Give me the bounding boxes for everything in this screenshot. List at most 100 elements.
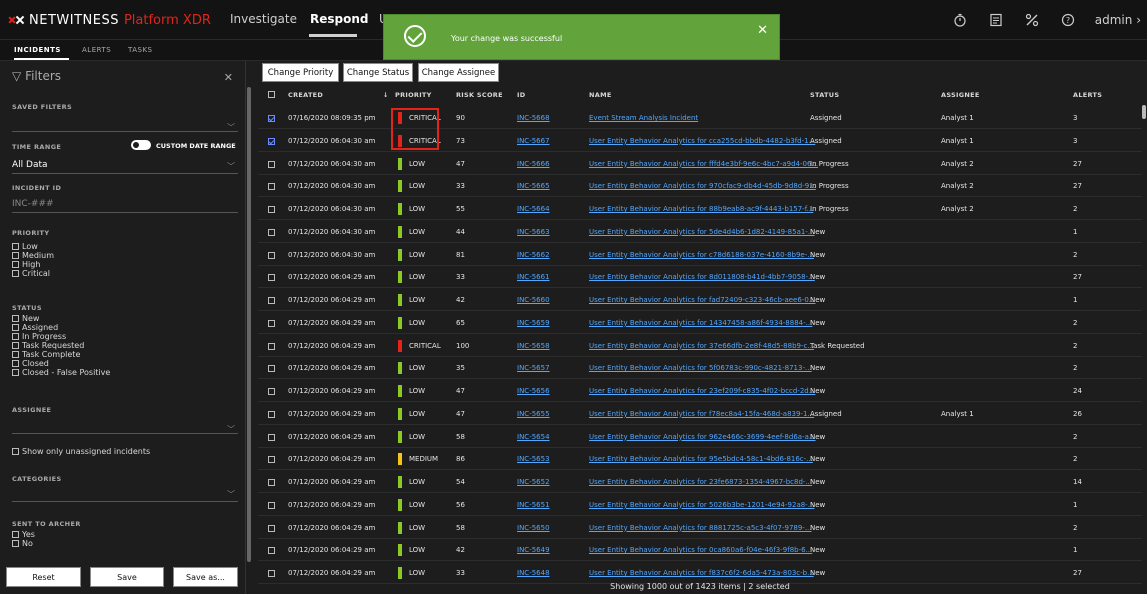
incident-id-link[interactable]: INC-5659 [517, 319, 550, 327]
row-checkbox[interactable] [268, 433, 275, 441]
table-row[interactable]: 07/12/2020 06:04:30 am LOW 55 INC-5664 User … [258, 198, 1142, 220]
incident-id-link[interactable]: INC-5652 [517, 478, 550, 486]
row-checkbox[interactable] [268, 274, 275, 282]
table-row[interactable]: 07/12/2020 06:04:29 am MEDIUM 86 INC-5653 Us… [258, 448, 1142, 471]
incident-id-link[interactable]: INC-5653 [517, 455, 550, 463]
incident-name-link[interactable]: User Entity Behavior Analytics for fffd4… [589, 160, 818, 168]
incident-id-link[interactable]: INC-5655 [517, 410, 550, 418]
column-id[interactable]: ID [517, 91, 525, 99]
row-checkbox[interactable] [268, 228, 275, 236]
help-icon[interactable]: ? [1059, 11, 1077, 29]
select-all-checkbox[interactable] [268, 91, 275, 98]
close-filters-icon[interactable]: ✕ [224, 71, 233, 84]
incident-id-link[interactable]: INC-5649 [517, 546, 550, 554]
incident-name-link[interactable]: User Entity Behavior Analytics for 962e4… [589, 433, 816, 441]
reset-button[interactable]: Reset [6, 567, 81, 587]
incident-id-link[interactable]: INC-5668 [517, 114, 550, 122]
column-alerts[interactable]: ALERTS [1073, 91, 1102, 99]
row-checkbox[interactable] [268, 319, 275, 327]
priority-checkbox-low[interactable]: Low [12, 243, 38, 251]
incident-name-link[interactable]: User Entity Behavior Analytics for 0ca86… [589, 546, 812, 554]
change-status-button[interactable]: Change Status [343, 63, 413, 82]
row-checkbox[interactable] [268, 160, 275, 168]
incident-id-link[interactable]: INC-5662 [517, 251, 550, 259]
table-row[interactable]: 07/12/2020 06:04:30 am LOW 47 INC-5666 User … [258, 153, 1142, 175]
status-checkbox-new[interactable]: New [12, 315, 39, 323]
archer-checkbox-yes[interactable]: Yes [12, 531, 35, 539]
column-status[interactable]: STATUS [810, 91, 839, 99]
incident-name-link[interactable]: User Entity Behavior Analytics for 8d011… [589, 273, 815, 281]
status-checkbox-closed[interactable]: Closed [12, 360, 49, 368]
chevron-down-icon[interactable]: ﹀ [227, 489, 235, 500]
assignee-select[interactable] [12, 433, 238, 434]
incident-name-link[interactable]: User Entity Behavior Analytics for 88b9e… [589, 205, 813, 213]
incident-id-link[interactable]: INC-5661 [517, 273, 550, 281]
table-row[interactable]: 07/12/2020 06:04:29 am LOW 47 INC-5655 User … [258, 403, 1142, 425]
column-assignee[interactable]: ASSIGNEE [941, 91, 980, 99]
row-checkbox[interactable] [268, 388, 275, 395]
column-created[interactable]: CREATED [288, 91, 323, 99]
table-row[interactable]: 07/12/2020 06:04:29 am LOW 65 INC-5659 User … [258, 312, 1142, 334]
status-checkbox-closed-false-positive[interactable]: Closed - False Positive [12, 369, 110, 377]
report-icon[interactable] [987, 11, 1005, 29]
priority-checkbox-critical[interactable]: Critical [12, 270, 50, 278]
table-row[interactable]: 07/12/2020 06:04:30 am LOW 44 INC-5663 User … [258, 221, 1142, 243]
row-checkbox[interactable] [268, 547, 275, 555]
row-checkbox[interactable] [268, 115, 275, 122]
status-checkbox-assigned[interactable]: Assigned [12, 324, 58, 332]
incident-name-link[interactable]: User Entity Behavior Analytics for 5de4d… [589, 228, 815, 236]
incident-id-link[interactable]: INC-5651 [517, 501, 550, 509]
row-checkbox[interactable] [268, 342, 275, 350]
incident-name-link[interactable]: User Entity Behavior Analytics for f837c… [589, 569, 814, 577]
close-icon[interactable]: ✕ [757, 23, 768, 38]
incident-name-link[interactable]: User Entity Behavior Analytics for 970cf… [589, 182, 816, 190]
unassigned-checkbox[interactable]: Show only unassigned incidents [12, 448, 150, 456]
incident-id-link[interactable]: INC-5657 [517, 364, 550, 372]
incident-name-link[interactable]: User Entity Behavior Analytics for c78d6… [589, 251, 814, 259]
sort-desc-icon[interactable]: ↓ [383, 91, 389, 99]
incident-id-link[interactable]: INC-5666 [517, 160, 550, 168]
table-row[interactable]: 07/12/2020 06:04:29 am LOW 58 INC-5650 User … [258, 517, 1142, 539]
incident-id-link[interactable]: INC-5660 [517, 296, 550, 304]
row-checkbox[interactable] [268, 501, 275, 509]
incident-id-link[interactable]: INC-5658 [517, 342, 550, 350]
table-row[interactable]: 07/12/2020 06:04:29 am LOW 58 INC-5654 User … [258, 426, 1142, 448]
incident-id-link[interactable]: INC-5650 [517, 524, 550, 532]
change-assignee-button[interactable]: Change Assignee [418, 63, 499, 82]
incident-name-link[interactable]: User Entity Behavior Analytics for 88817… [589, 524, 812, 532]
row-checkbox[interactable] [268, 206, 275, 213]
nav-investigate[interactable]: Investigate [230, 12, 297, 26]
tab-incidents[interactable]: INCIDENTS [14, 46, 61, 54]
row-checkbox[interactable] [268, 524, 275, 532]
categories-select[interactable] [12, 501, 238, 502]
tools-icon[interactable] [1023, 11, 1041, 29]
priority-checkbox-high[interactable]: High [12, 261, 40, 269]
save-as-button[interactable]: Save as... [173, 567, 238, 587]
row-checkbox[interactable] [268, 456, 275, 464]
incident-id-input[interactable]: INC-### [12, 199, 54, 209]
incident-name-link[interactable]: User Entity Behavior Analytics for 23fe6… [589, 478, 812, 486]
incident-id-link[interactable]: INC-5656 [517, 387, 550, 395]
incident-name-link[interactable]: User Entity Behavior Analytics for 5026b… [589, 501, 814, 509]
table-row[interactable]: 07/12/2020 06:04:30 am LOW 33 INC-5665 User … [258, 175, 1142, 198]
timer-icon[interactable] [951, 11, 969, 29]
incident-name-link[interactable]: User Entity Behavior Analytics for 23ef2… [589, 387, 815, 395]
incident-id-link[interactable]: INC-5664 [517, 205, 550, 213]
table-row[interactable]: 07/12/2020 06:04:29 am LOW 33 INC-5661 User … [258, 266, 1142, 289]
nav-respond[interactable]: Respond [310, 12, 369, 26]
time-range-select[interactable]: All Data [12, 160, 48, 170]
incident-name-link[interactable]: User Entity Behavior Analytics for cca25… [589, 137, 815, 145]
table-row[interactable]: 07/12/2020 06:04:29 am LOW 35 INC-5657 User … [258, 357, 1142, 380]
table-row[interactable]: 07/12/2020 06:04:29 am LOW 42 INC-5660 User … [258, 289, 1142, 311]
user-menu[interactable]: admin › [1095, 13, 1141, 27]
tab-alerts[interactable]: ALERTS [82, 46, 111, 54]
incident-name-link[interactable]: User Entity Behavior Analytics for f78ec… [589, 410, 814, 418]
status-checkbox-in-progress[interactable]: In Progress [12, 333, 66, 341]
saved-filters-select[interactable] [12, 131, 238, 132]
chevron-down-icon[interactable]: ﹀ [227, 161, 235, 172]
column-name[interactable]: NAME [589, 91, 612, 99]
incident-id-link[interactable]: INC-5648 [517, 569, 550, 577]
table-row[interactable]: 07/12/2020 06:04:29 am LOW 56 INC-5651 User … [258, 494, 1142, 516]
table-row[interactable]: 07/12/2020 06:04:29 am CRITICAL 100 INC-565… [258, 335, 1142, 357]
incident-name-link[interactable]: User Entity Behavior Analytics for fad72… [589, 296, 815, 304]
